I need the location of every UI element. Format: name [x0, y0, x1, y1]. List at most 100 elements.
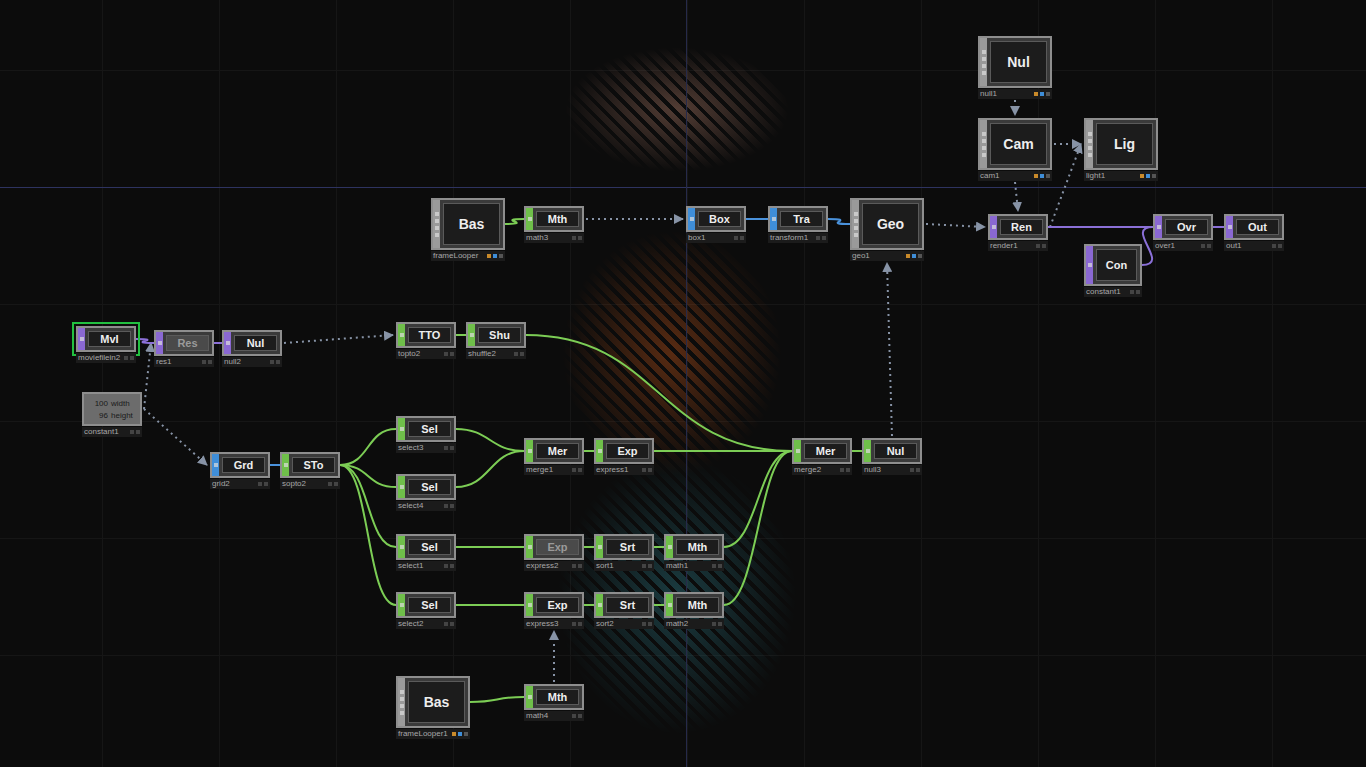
connector[interactable] [226, 341, 230, 345]
flag-icon[interactable] [458, 732, 462, 736]
chop-node[interactable]: Nulnull3 [862, 438, 922, 475]
connector[interactable] [435, 233, 439, 237]
connector[interactable] [400, 485, 404, 489]
wire[interactable] [505, 219, 524, 224]
chop-node[interactable]: Mermerge1 [524, 438, 584, 475]
flag-icon[interactable] [1140, 174, 1144, 178]
chop-node[interactable]: Selselect2 [396, 592, 456, 629]
node-body[interactable]: Sel [396, 592, 456, 618]
flag-icons[interactable] [712, 561, 722, 571]
flag-icon[interactable] [642, 468, 646, 472]
flag-icon[interactable] [124, 356, 128, 360]
connector[interactable] [528, 603, 532, 607]
connector[interactable] [158, 341, 162, 345]
node-body[interactable]: STo [280, 452, 340, 478]
flag-icon[interactable] [712, 622, 716, 626]
node-body[interactable]: Mth [664, 592, 724, 618]
connector[interactable] [1157, 225, 1161, 229]
connector[interactable] [982, 139, 986, 143]
node-body[interactable]: Bas [396, 676, 470, 728]
connector[interactable] [982, 64, 986, 68]
connector[interactable] [1088, 132, 1092, 136]
input-strip[interactable] [1226, 216, 1233, 238]
connector[interactable] [435, 212, 439, 216]
connector[interactable] [400, 711, 404, 715]
flag-icon[interactable] [1201, 244, 1205, 248]
connector[interactable] [598, 545, 602, 549]
wire[interactable] [852, 450, 862, 452]
wire[interactable] [456, 334, 466, 336]
wire[interactable] [340, 429, 396, 465]
wire[interactable] [270, 464, 280, 466]
flag-icons[interactable] [734, 233, 744, 243]
viewer-node[interactable]: 100width96heightconstant1 [82, 392, 142, 437]
wire[interactable] [746, 218, 768, 220]
wire[interactable] [456, 451, 524, 487]
flag-icons[interactable] [910, 465, 920, 475]
wire[interactable] [584, 546, 594, 548]
flag-icon[interactable] [572, 468, 576, 472]
chop-node[interactable]: Mthmath2 [664, 592, 724, 629]
connector[interactable] [982, 153, 986, 157]
node-body[interactable]: Ovr [1153, 214, 1213, 240]
flag-icon[interactable] [450, 622, 454, 626]
flag-icon[interactable] [578, 468, 582, 472]
flag-icon[interactable] [1146, 174, 1150, 178]
reference-link[interactable] [926, 224, 985, 227]
wire[interactable] [456, 546, 524, 548]
node-body[interactable]: Ren [988, 214, 1048, 240]
flag-icon[interactable] [450, 504, 454, 508]
connector[interactable] [982, 71, 986, 75]
flag-icons[interactable] [452, 729, 468, 739]
connector[interactable] [435, 219, 439, 223]
chop-node[interactable]: Shushuffle2 [466, 322, 526, 359]
node-body[interactable]: Sel [396, 474, 456, 500]
connector[interactable] [528, 217, 532, 221]
flag-icons[interactable] [642, 561, 652, 571]
flag-icon[interactable] [642, 622, 646, 626]
flag-icon[interactable] [258, 482, 262, 486]
wire[interactable] [456, 429, 524, 451]
node-body[interactable]: Mer [524, 438, 584, 464]
flag-icons[interactable] [444, 443, 454, 453]
node-body[interactable]: Sel [396, 534, 456, 560]
flag-icons[interactable] [816, 233, 826, 243]
wire[interactable] [654, 546, 664, 548]
flag-icon[interactable] [444, 504, 448, 508]
input-strip[interactable] [282, 454, 289, 476]
wire[interactable] [1213, 226, 1224, 228]
connector[interactable] [1228, 225, 1232, 229]
connector[interactable] [1088, 146, 1092, 150]
chop-node[interactable]: Expexpress2 [524, 534, 584, 571]
flag-icon[interactable] [718, 622, 722, 626]
top-node[interactable]: Nulnull2 [222, 330, 282, 367]
node-body[interactable]: Box [686, 206, 746, 232]
flag-icon[interactable] [136, 430, 140, 434]
connector[interactable] [772, 217, 776, 221]
flag-icon[interactable] [648, 564, 652, 568]
comp-node[interactable]: Liglight1 [1084, 118, 1158, 181]
sop-node[interactable]: Grdgrid2 [210, 452, 270, 489]
comp-node[interactable]: BasframeLooper [431, 198, 505, 261]
connector[interactable] [400, 545, 404, 549]
connector[interactable] [866, 449, 870, 453]
flag-icon[interactable] [916, 468, 920, 472]
flag-icon[interactable] [1040, 92, 1044, 96]
flag-icons[interactable] [487, 251, 503, 261]
chop-node[interactable]: Selselect3 [396, 416, 456, 453]
node-body[interactable]: Bas [431, 198, 505, 250]
flag-icons[interactable] [444, 349, 454, 359]
connector[interactable] [528, 545, 532, 549]
node-body[interactable]: TTO [396, 322, 456, 348]
node-body[interactable]: Grd [210, 452, 270, 478]
comp-node[interactable]: Nulnull1 [978, 36, 1052, 99]
input-strip[interactable] [398, 678, 405, 726]
flag-icon[interactable] [846, 468, 850, 472]
flag-icon[interactable] [1136, 290, 1140, 294]
input-strip[interactable] [980, 120, 987, 168]
top-node[interactable]: Outout1 [1224, 214, 1284, 251]
wire[interactable] [456, 604, 524, 606]
flag-icon[interactable] [452, 732, 456, 736]
reference-link[interactable] [887, 263, 892, 436]
flag-icons[interactable] [572, 619, 582, 629]
